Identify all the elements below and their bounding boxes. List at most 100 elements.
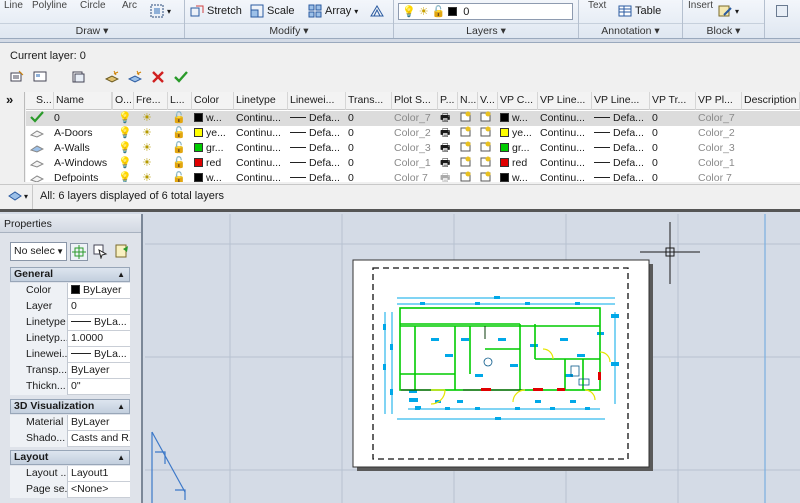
unlock-icon[interactable]: 🔓 [172,141,190,156]
layer-name[interactable]: 0 [54,111,112,126]
property-value[interactable]: ByLayer [69,415,130,431]
vp-color-cell[interactable]: red [500,156,538,171]
col-vp-transparency[interactable]: VP Tr... [650,92,696,110]
on-bulb-icon[interactable]: 💡 [118,156,134,171]
on-bulb-icon[interactable]: 💡 [118,141,134,156]
quick-select-button[interactable] [114,243,132,261]
transparency-cell[interactable]: 0 [348,171,392,182]
vp-color-cell[interactable]: ye... [500,126,538,141]
ribbon-caption-polyline[interactable]: Polyline [32,0,67,11]
ribbon-caption-insert[interactable]: Insert [688,0,713,11]
thaw-sun-icon[interactable]: ☀ [142,141,162,156]
plot-printer-icon[interactable]: 🖶 [440,156,458,171]
drawing-canvas[interactable] [145,214,800,503]
thaw-sun-icon[interactable]: ☀ [142,171,162,182]
thaw-sun-icon[interactable]: ☀ [142,111,162,126]
property-row[interactable]: Transp... ByLayer [10,363,130,379]
layer-row[interactable]: A-Walls 💡 ☀ 🔓 gr... Continu... Defa... 0… [26,141,800,156]
new-vp-freeze-icon[interactable] [460,141,478,156]
vp-color-cell[interactable]: w... [500,171,538,182]
property-row[interactable]: Page se... <None> [10,482,130,498]
section-3d-visualization[interactable]: 3D Visualization ▲ [10,399,130,414]
unlock-icon[interactable]: 🔓 [172,171,190,182]
linetype-cell[interactable]: Continu... [236,141,288,156]
color-cell[interactable]: red [194,156,234,171]
col-status[interactable]: S... [34,92,54,110]
vp-transparency-cell[interactable]: 0 [652,141,696,156]
delete-layer-icon[interactable] [151,70,165,84]
property-row[interactable]: Shado... Casts and R... [10,431,130,447]
color-cell[interactable]: w... [194,111,234,126]
selection-dropdown[interactable]: No selec ▼ [10,242,67,261]
new-property-filter-icon[interactable] [10,70,24,84]
scale-button[interactable]: Scale [250,3,295,19]
property-value[interactable]: 0 [69,299,130,315]
linetype-cell[interactable]: Continu... [236,171,288,182]
vp-linetype-cell[interactable]: Continu... [540,126,592,141]
layer-name[interactable]: A-Walls [54,141,112,156]
color-cell[interactable]: gr... [194,141,234,156]
lineweight-cell[interactable]: Defa... [290,111,346,126]
array-button[interactable]: Array ▾ [308,3,358,19]
new-vp-freeze-icon[interactable] [460,156,478,171]
ribbon-caption-arc[interactable]: Arc [122,0,137,11]
col-new-vp-freeze[interactable]: N... [458,92,478,110]
vp-freeze-icon[interactable] [480,171,498,182]
col-transparency[interactable]: Trans... [346,92,392,110]
vp-linetype-cell[interactable]: Continu... [540,156,592,171]
vp-linetype-cell[interactable]: Continu... [540,171,592,182]
property-row[interactable]: Linetyp... 1.0000 [10,331,130,347]
unlock-icon[interactable]: 🔓 [172,111,190,126]
col-lock[interactable]: L... [168,92,192,110]
property-row[interactable]: Layer 0 [10,299,130,315]
new-vp-freeze-icon[interactable] [460,171,478,182]
layer-name[interactable]: A-Doors [54,126,112,141]
plot-printer-icon[interactable]: 🖶 [440,171,458,182]
property-value[interactable]: ByLa... [69,347,130,363]
transparency-cell[interactable]: 0 [348,156,392,171]
ribbon-caption-text[interactable]: Text [588,0,606,11]
property-value[interactable]: <None> [69,482,130,498]
section-layout[interactable]: Layout ▲ [10,450,130,465]
col-freeze[interactable]: Fre... [134,92,168,110]
vp-freeze-icon[interactable] [480,126,498,141]
col-vp-freeze[interactable]: V... [478,92,498,110]
col-name[interactable]: Name [54,92,112,110]
plot-printer-icon[interactable]: 🖶 [440,141,458,156]
offset-button[interactable] [370,3,384,19]
properties-title-bar[interactable]: Properties [0,214,141,233]
vp-lineweight-cell[interactable]: Defa... [594,171,650,182]
property-row[interactable]: Linetype ByLa... [10,315,130,331]
layer-row[interactable]: 0 💡 ☀ 🔓 w... Continu... Defa... 0 Color_… [26,111,800,126]
col-vp-linetype[interactable]: VP Line... [538,92,592,110]
layer-dropdown[interactable]: 💡 ☀ 🔓 0 [398,3,573,20]
col-color[interactable]: Color [192,92,234,110]
col-vp-plot-style[interactable]: VP Pl... [696,92,742,110]
transparency-cell[interactable]: 0 [348,111,392,126]
property-value[interactable]: ByLayer [69,283,130,299]
property-value[interactable]: Layout1 [69,466,130,482]
vp-freeze-icon[interactable] [480,156,498,171]
layer-name[interactable]: Defpoints [54,171,112,182]
on-bulb-icon[interactable]: 💡 [118,171,134,182]
lineweight-cell[interactable]: Defa... [290,126,346,141]
transparency-cell[interactable]: 0 [348,141,392,156]
layer-row[interactable]: A-Doors 💡 ☀ 🔓 ye... Continu... Defa... 0… [26,126,800,141]
thaw-sun-icon[interactable]: ☀ [142,156,162,171]
on-bulb-icon[interactable]: 💡 [118,126,134,141]
new-vp-frozen-layer-icon[interactable] [128,70,142,84]
linetype-cell[interactable]: Continu... [236,111,288,126]
thaw-sun-icon[interactable]: ☀ [142,126,162,141]
transparency-cell[interactable]: 0 [348,126,392,141]
layer-states-icon[interactable] [71,70,85,84]
stretch-button[interactable]: Stretch [190,3,242,19]
select-objects-button[interactable] [92,243,110,261]
vp-transparency-cell[interactable]: 0 [652,111,696,126]
unlock-icon[interactable]: 🔓 [172,156,190,171]
property-value[interactable]: ByLa... [69,315,130,331]
panel-draw[interactable]: Draw ▾ [0,23,184,37]
lineweight-cell[interactable]: Defa... [290,156,346,171]
col-description[interactable]: Description [742,92,800,110]
vp-color-cell[interactable]: w... [500,111,538,126]
panel-layers[interactable]: Layers ▾ [394,23,578,37]
